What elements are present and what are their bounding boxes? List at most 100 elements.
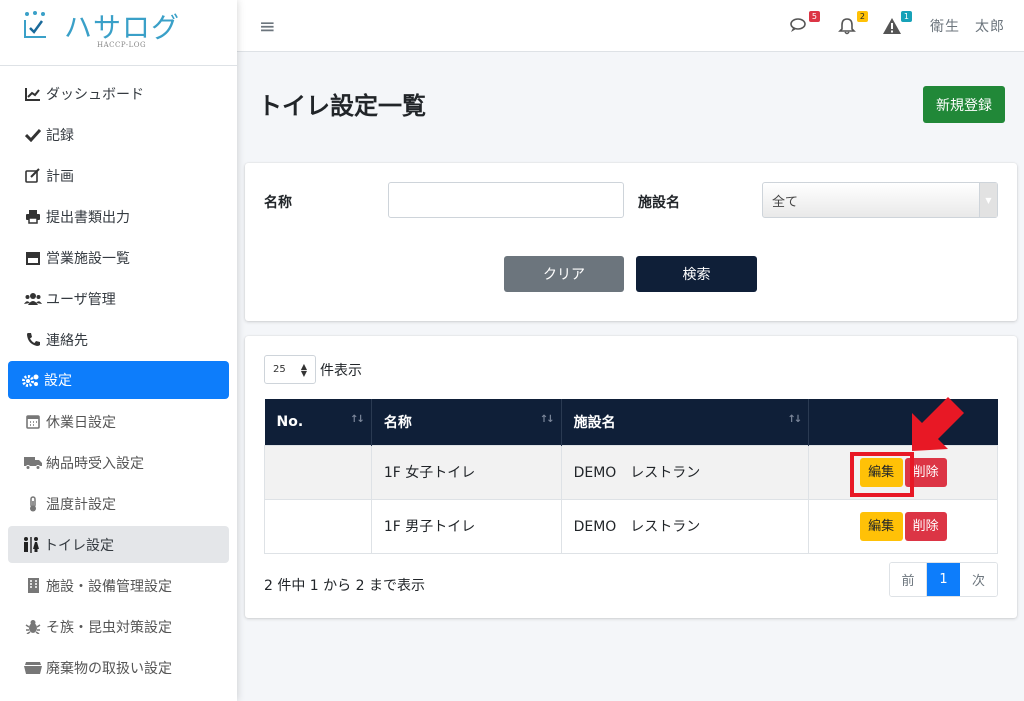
brand-subtitle: HACCP-LOG xyxy=(97,41,147,49)
sidebar-item-label: 納品時受入設定 xyxy=(46,455,144,472)
sidebar-item-label: 営業施設一覧 xyxy=(46,250,130,267)
alerts-button[interactable]: 1 xyxy=(882,11,912,36)
sidebar-item-documents[interactable]: 提出書類出力 xyxy=(0,196,237,237)
sidebar-item-waste[interactable]: 廃棄物の取扱い設定 xyxy=(0,647,237,688)
cell-name: 1F 男子トイレ xyxy=(370,498,562,554)
dumpster-icon xyxy=(24,660,42,676)
page-length-label: 件表示 xyxy=(320,363,362,379)
messages-button[interactable]: 5 xyxy=(790,11,820,36)
sidebar-item-label: 設定 xyxy=(44,373,72,389)
sidebar-item-contacts[interactable]: 連絡先 xyxy=(0,319,237,360)
page-length-select[interactable]: 25 ▲ ▼ xyxy=(264,355,316,384)
sidebar-item-label: トイレ設定 xyxy=(44,537,114,554)
sidebar: ハサログ HACCP-LOG ダッシュボード 記録 計画 提出書類出力 営業施設… xyxy=(0,0,237,701)
facility-select[interactable]: 全て ▼ xyxy=(762,182,998,218)
sidebar-item-plan[interactable]: 計画 xyxy=(0,155,237,196)
brand-name: ハサログ xyxy=(64,11,181,44)
sidebar-item-label: そ族・昆虫対策設定 xyxy=(46,619,172,636)
calendar-icon xyxy=(24,414,42,430)
page-length-value: 25 xyxy=(273,364,286,375)
building-icon xyxy=(24,578,42,594)
sidebar-item-thermometer[interactable]: 温度計設定 xyxy=(0,483,237,524)
sort-caret-icon: ▲ ▼ xyxy=(300,362,307,378)
sidebar-item-records[interactable]: 記録 xyxy=(0,114,237,155)
users-icon xyxy=(24,291,42,307)
sort-icon: ↑↓ xyxy=(787,414,802,425)
brand[interactable]: ハサログ HACCP-LOG xyxy=(0,0,237,66)
sidebar-item-facilities[interactable]: 営業施設一覧 xyxy=(0,237,237,278)
column-actions xyxy=(808,399,998,445)
top-navbar: ≡ 5 2 1 衛生 太郎 xyxy=(237,0,1024,52)
notifications-button[interactable]: 2 xyxy=(838,11,868,36)
cell-facility: DEMO レストラン xyxy=(560,444,810,500)
sidebar-item-settings[interactable]: 設定 xyxy=(8,361,229,399)
annotation-arrow-icon xyxy=(912,397,964,451)
print-icon xyxy=(24,209,42,225)
phone-icon xyxy=(24,332,42,348)
cell-facility: DEMO レストラン xyxy=(560,498,810,554)
pagination-page-1[interactable]: 1 xyxy=(927,563,960,596)
check-icon xyxy=(24,127,42,143)
edit-button[interactable]: 編集 xyxy=(859,511,903,541)
sidebar-item-restroom[interactable]: トイレ設定 xyxy=(8,526,229,563)
sort-icon: ↑↓ xyxy=(350,414,365,425)
sidebar-item-label: 提出書類出力 xyxy=(46,209,130,226)
sidebar-item-label: 連絡先 xyxy=(46,332,88,349)
sort-icon: ↑↓ xyxy=(539,414,555,425)
table-row: 1F 男子トイレ DEMO レストラン 編集 削除 xyxy=(264,498,998,554)
sidebar-item-label: 計画 xyxy=(46,168,74,185)
sidebar-item-pest-control[interactable]: そ族・昆虫対策設定 xyxy=(0,606,237,647)
warning-icon xyxy=(883,18,901,34)
sidebar-item-dashboard[interactable]: ダッシュボード xyxy=(0,73,237,114)
pagination: 前 1 次 xyxy=(889,562,998,597)
bug-icon xyxy=(24,619,42,635)
facility-label: 施設名 xyxy=(638,195,680,211)
delete-button[interactable]: 削除 xyxy=(904,511,947,541)
cogs-icon xyxy=(22,372,40,388)
sidebar-item-delivery[interactable]: 納品時受入設定 xyxy=(0,442,237,483)
name-label: 名称 xyxy=(264,195,292,211)
logo-icon xyxy=(24,11,46,38)
comments-icon xyxy=(790,18,806,32)
chart-line-icon xyxy=(24,86,42,102)
thermometer-icon xyxy=(24,495,42,512)
new-register-button[interactable]: 新規登録 xyxy=(923,86,1005,123)
edit-icon xyxy=(24,168,42,184)
pagination-next[interactable]: 次 xyxy=(960,563,997,596)
cell-no xyxy=(264,498,372,554)
bell-icon xyxy=(838,18,856,35)
notifications-badge: 2 xyxy=(856,11,868,22)
sidebar-item-equipment[interactable]: 施設・設備管理設定 xyxy=(0,565,237,606)
user-menu[interactable]: 衛生 太郎 xyxy=(930,16,1005,36)
cell-no xyxy=(264,444,372,500)
sidebar-item-label: 記録 xyxy=(46,127,74,144)
sidebar-item-users[interactable]: ユーザ管理 xyxy=(0,278,237,319)
menu-toggle-icon[interactable]: ≡ xyxy=(259,14,276,38)
search-button[interactable]: 検索 xyxy=(636,256,757,292)
column-facility[interactable]: 施設名 ↑↓ xyxy=(561,399,810,445)
messages-badge: 5 xyxy=(808,11,820,22)
facility-select-value: 全て xyxy=(772,194,799,210)
store-icon xyxy=(24,250,42,266)
sidebar-item-label: 休業日設定 xyxy=(46,414,116,431)
truck-icon xyxy=(24,455,42,471)
annotation-highlight-box xyxy=(850,452,914,497)
sidebar-nav: ダッシュボード 記録 計画 提出書類出力 営業施設一覧 ユーザ管理 連絡先 設定… xyxy=(0,73,237,688)
page-title: トイレ設定一覧 xyxy=(258,92,426,120)
cell-actions: 編集 削除 xyxy=(808,498,998,554)
alerts-badge: 1 xyxy=(900,11,912,22)
cell-name: 1F 女子トイレ xyxy=(370,444,562,500)
sidebar-item-label: 施設・設備管理設定 xyxy=(46,578,172,595)
table-info: 2 件中 1 から 2 まで表示 xyxy=(264,578,425,594)
column-no[interactable]: No. ↑↓ xyxy=(264,399,372,445)
sidebar-item-holidays[interactable]: 休業日設定 xyxy=(0,401,237,442)
restroom-icon xyxy=(22,536,40,553)
column-name[interactable]: 名称 ↑↓ xyxy=(371,399,562,445)
sidebar-item-label: 廃棄物の取扱い設定 xyxy=(46,660,172,677)
sidebar-item-label: ユーザ管理 xyxy=(46,291,116,308)
clear-button[interactable]: クリア xyxy=(504,256,624,292)
pagination-prev[interactable]: 前 xyxy=(890,563,927,596)
sidebar-item-label: 温度計設定 xyxy=(46,496,116,513)
chevron-down-icon: ▼ xyxy=(979,183,997,217)
name-input[interactable] xyxy=(388,182,624,218)
